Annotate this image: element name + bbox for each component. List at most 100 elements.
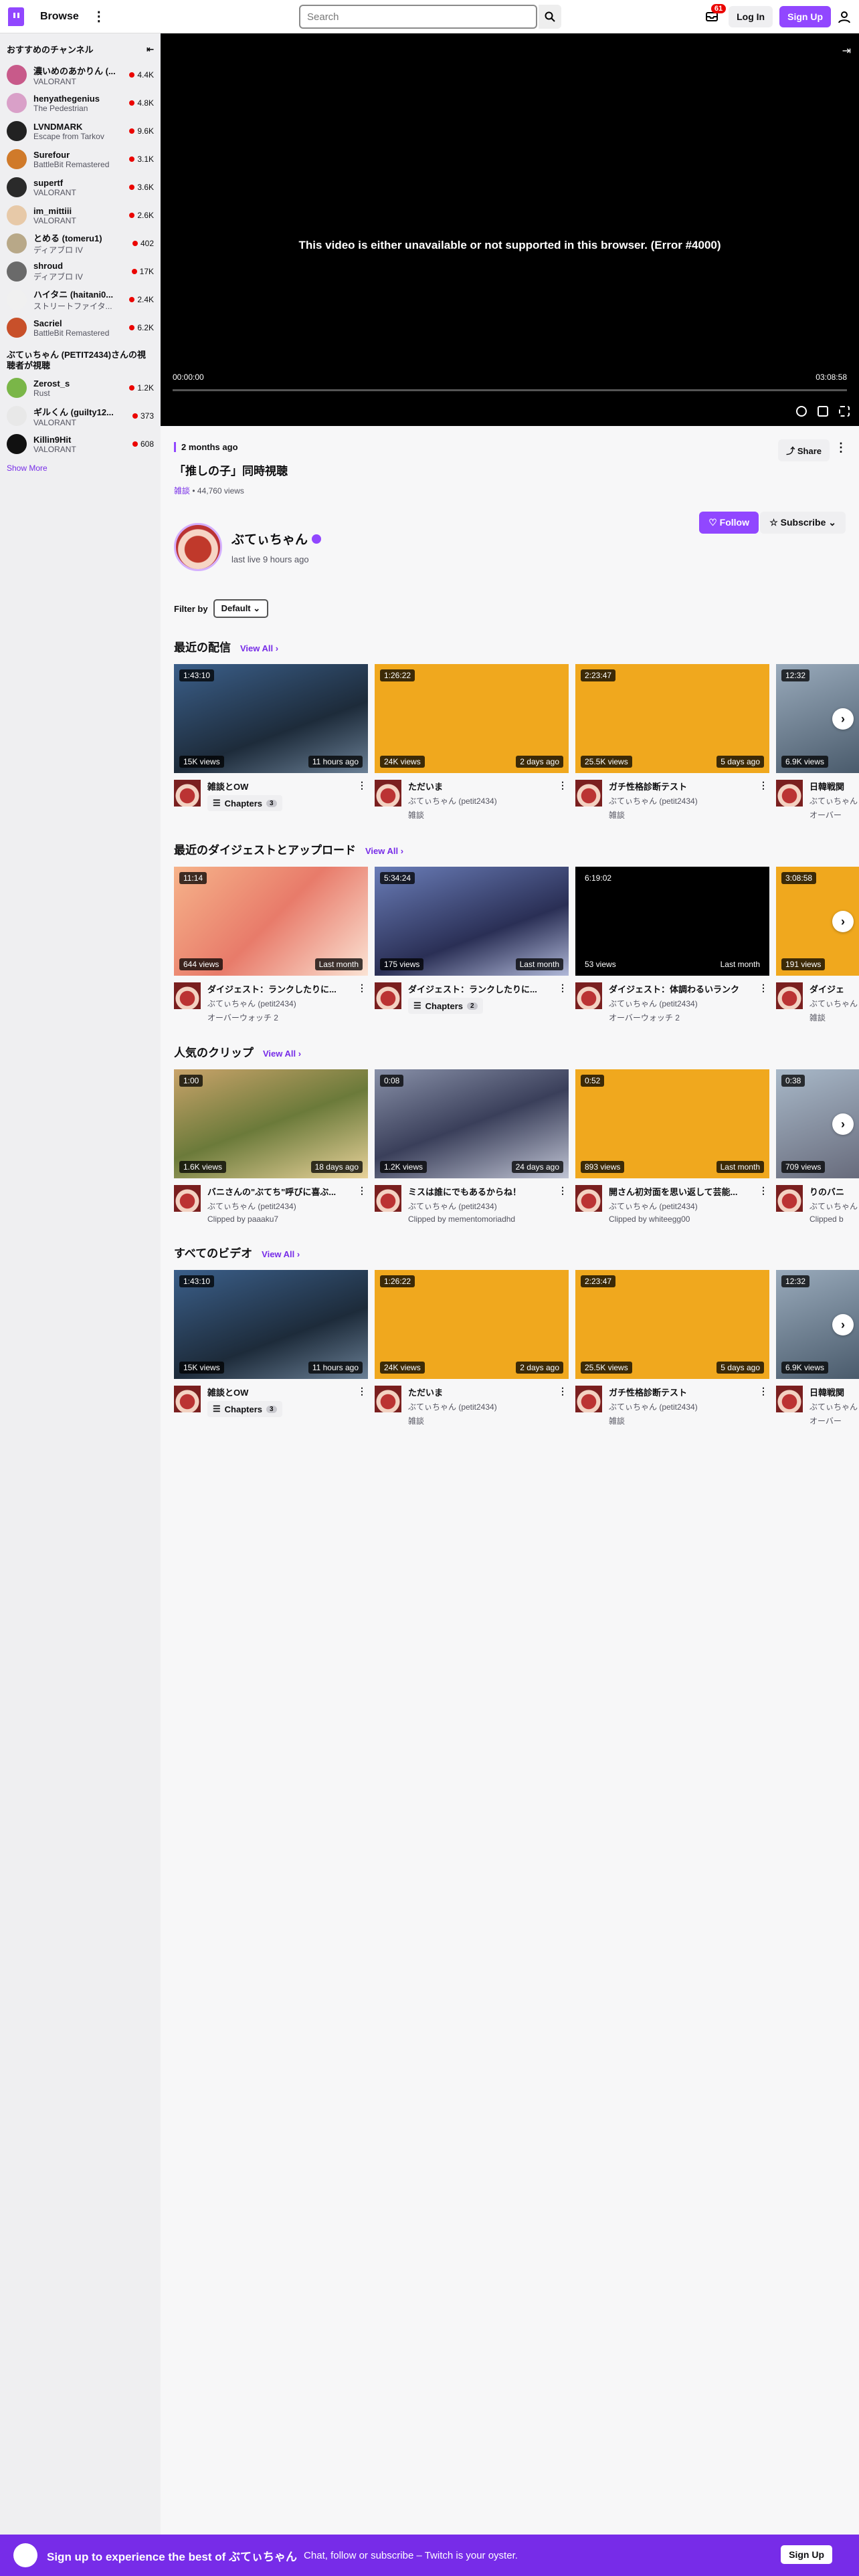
channel-name[interactable]: ぶてぃちゃん (petit2434): [207, 998, 356, 1009]
chapters-button[interactable]: ☰ Chapters 2: [408, 998, 483, 1014]
channel-avatar[interactable]: [174, 523, 222, 571]
notifications-button[interactable]: 61: [702, 4, 727, 27]
collapse-sidebar-icon[interactable]: ⇤: [147, 44, 154, 55]
video-thumbnail[interactable]: 1:26:22 24K views 2 days ago: [375, 664, 569, 773]
video-category[interactable]: Clipped b: [809, 1214, 859, 1224]
video-card[interactable]: 2:23:47 25.5K views 5 days ago ガチ性格診断テスト…: [575, 1270, 769, 1426]
video-title[interactable]: ダイジェスト：ランクしたりに...: [408, 982, 557, 995]
channel-avatar[interactable]: [375, 1185, 401, 1212]
video-title[interactable]: 日韓戦関: [809, 1386, 859, 1398]
video-title[interactable]: ガチ性格診断テスト: [609, 1386, 757, 1398]
sidebar-channel[interactable]: 濃いめのあかりん (... VALORANT 4.4K: [0, 61, 161, 89]
sidebar-channel[interactable]: とめる (tomeru1) ディアブロ IV 402: [0, 229, 161, 257]
channel-avatar[interactable]: [776, 1185, 803, 1212]
channel-name[interactable]: ぶてぃちゃん (petit2434): [408, 795, 557, 807]
channel-name[interactable]: ぶてぃちゃん: [231, 530, 308, 548]
video-title[interactable]: 雑談とOW: [207, 1386, 356, 1398]
twitch-logo-icon[interactable]: [8, 7, 24, 26]
video-thumbnail[interactable]: 1:43:10 15K views 11 hours ago: [174, 1270, 368, 1379]
card-menu-icon[interactable]: ⋮: [759, 1185, 768, 1196]
video-category[interactable]: オーバーウォッチ 2: [207, 1012, 356, 1023]
settings-icon[interactable]: [796, 406, 807, 417]
share-button[interactable]: ⤴ Share: [778, 439, 830, 461]
video-card[interactable]: 1:26:22 24K views 2 days ago ただいま ぶてぃちゃん…: [375, 1270, 569, 1426]
card-menu-icon[interactable]: ⋮: [558, 780, 567, 791]
video-card[interactable]: 1:43:10 15K views 11 hours ago 雑談とOW ☰ C…: [174, 664, 368, 821]
view-all-link[interactable]: View All ›: [262, 1249, 300, 1259]
video-category[interactable]: Clipped by paaaku7: [207, 1214, 356, 1224]
sidebar-channel[interactable]: henyathegenius The Pedestrian 4.8K: [0, 89, 161, 117]
channel-name[interactable]: ぶてぃちゃん (petit2434): [408, 1401, 557, 1412]
theatre-mode-icon[interactable]: [818, 406, 828, 417]
channel-name[interactable]: ぶてぃちゃん (petit2434): [408, 1200, 557, 1212]
video-title[interactable]: ミスは誰にでもあるからね！: [408, 1185, 557, 1198]
video-card[interactable]: 0:38 709 views りのバニ ぶてぃちゃん Clipped b ⋮: [776, 1069, 859, 1224]
video-card[interactable]: 6:19:02 53 views Last month ダイジェスト：体調わるい…: [575, 867, 769, 1023]
login-button[interactable]: Log In: [729, 6, 773, 27]
sidebar-channel[interactable]: Surefour BattleBit Remastered 3.1K: [0, 145, 161, 173]
channel-name[interactable]: ぶてぃちゃん: [809, 1200, 859, 1212]
sidebar-channel[interactable]: Zerost_s Rust 1.2K: [0, 374, 161, 402]
channel-avatar[interactable]: [776, 780, 803, 807]
video-title[interactable]: 雑談とOW: [207, 780, 356, 792]
channel-avatar[interactable]: [174, 780, 201, 807]
sidebar-channel[interactable]: ハイタニ (haitani0... ストリートファイタ... 2.4K: [0, 286, 161, 314]
sidebar-channel[interactable]: Killin9Hit VALORANT 608: [0, 430, 161, 458]
chapters-button[interactable]: ☰ Chapters 3: [207, 795, 282, 811]
video-card[interactable]: 0:52 893 views Last month 開さん初対面を思い返して芸能…: [575, 1069, 769, 1224]
video-title[interactable]: ダイジェスト：ランクしたりに...: [207, 982, 356, 995]
video-title[interactable]: 日韓戦関: [809, 780, 859, 792]
user-icon[interactable]: [838, 10, 851, 23]
card-menu-icon[interactable]: ⋮: [558, 982, 567, 994]
follow-button[interactable]: ♡ Follow: [699, 512, 759, 534]
channel-avatar[interactable]: [174, 1386, 201, 1412]
video-title[interactable]: バニさんの"ぶてち"呼びに喜ぶ...: [207, 1185, 356, 1198]
channel-avatar[interactable]: [375, 982, 401, 1009]
video-category[interactable]: Clipped by whiteegg00: [609, 1214, 757, 1224]
more-menu-icon[interactable]: ⋮: [92, 10, 106, 23]
sidebar-channel[interactable]: supertf VALORANT 3.6K: [0, 173, 161, 201]
signup-button[interactable]: Sign Up: [779, 6, 831, 27]
channel-name[interactable]: ぶてぃちゃん (petit2434): [609, 795, 757, 807]
search-button[interactable]: [539, 5, 561, 29]
video-category[interactable]: 雑談: [809, 1012, 859, 1023]
channel-name[interactable]: ぶてぃちゃん (petit2434): [609, 1200, 757, 1212]
next-arrow-icon[interactable]: ›: [832, 911, 854, 932]
channel-avatar[interactable]: [776, 982, 803, 1009]
channel-avatar[interactable]: [575, 982, 602, 1009]
video-category[interactable]: 雑談: [609, 809, 757, 821]
next-arrow-icon[interactable]: ›: [832, 1113, 854, 1135]
video-thumbnail[interactable]: 5:34:24 175 views Last month: [375, 867, 569, 976]
video-title[interactable]: ただいま: [408, 1386, 557, 1398]
video-card[interactable]: 12:32 6.9K views 日韓戦関 ぶてぃちゃん オーバー ⋮: [776, 1270, 859, 1426]
sidebar-channel[interactable]: Sacriel BattleBit Remastered 6.2K: [0, 314, 161, 342]
video-card[interactable]: 1:26:22 24K views 2 days ago ただいま ぶてぃちゃん…: [375, 664, 569, 821]
card-menu-icon[interactable]: ⋮: [357, 780, 367, 791]
card-menu-icon[interactable]: ⋮: [759, 780, 768, 791]
channel-avatar[interactable]: [575, 780, 602, 807]
video-title[interactable]: ガチ性格診断テスト: [609, 780, 757, 792]
card-menu-icon[interactable]: ⋮: [357, 1386, 367, 1397]
view-all-link[interactable]: View All ›: [365, 846, 403, 856]
chapters-button[interactable]: ☰ Chapters 3: [207, 1401, 282, 1417]
sidebar-channel[interactable]: shroud ディアブロ IV 17K: [0, 257, 161, 286]
channel-avatar[interactable]: [174, 1185, 201, 1212]
channel-avatar[interactable]: [776, 1386, 803, 1412]
video-thumbnail[interactable]: 1:00 1.6K views 18 days ago: [174, 1069, 368, 1178]
category-link[interactable]: 雑談: [174, 486, 190, 496]
search-input[interactable]: Search: [299, 5, 537, 29]
card-menu-icon[interactable]: ⋮: [759, 982, 768, 994]
fullscreen-icon[interactable]: [839, 406, 850, 417]
card-menu-icon[interactable]: ⋮: [357, 982, 367, 994]
card-menu-icon[interactable]: ⋮: [558, 1185, 567, 1196]
filter-select[interactable]: Default ⌄: [213, 599, 269, 618]
video-title[interactable]: ダイジェスト：体調わるいランク: [609, 982, 757, 995]
collapse-icon[interactable]: ⇥: [842, 44, 851, 58]
video-thumbnail[interactable]: 1:43:10 15K views 11 hours ago: [174, 664, 368, 773]
view-all-link[interactable]: View All ›: [263, 1049, 301, 1059]
video-thumbnail[interactable]: 6:19:02 53 views Last month: [575, 867, 769, 976]
video-card[interactable]: 0:08 1.2K views 24 days ago ミスは誰にでもあるからね…: [375, 1069, 569, 1224]
channel-avatar[interactable]: [375, 1386, 401, 1412]
video-card[interactable]: 5:34:24 175 views Last month ダイジェスト：ランクし…: [375, 867, 569, 1023]
sidebar-channel[interactable]: ギルくん (guilty12... VALORANT 373: [0, 402, 161, 430]
